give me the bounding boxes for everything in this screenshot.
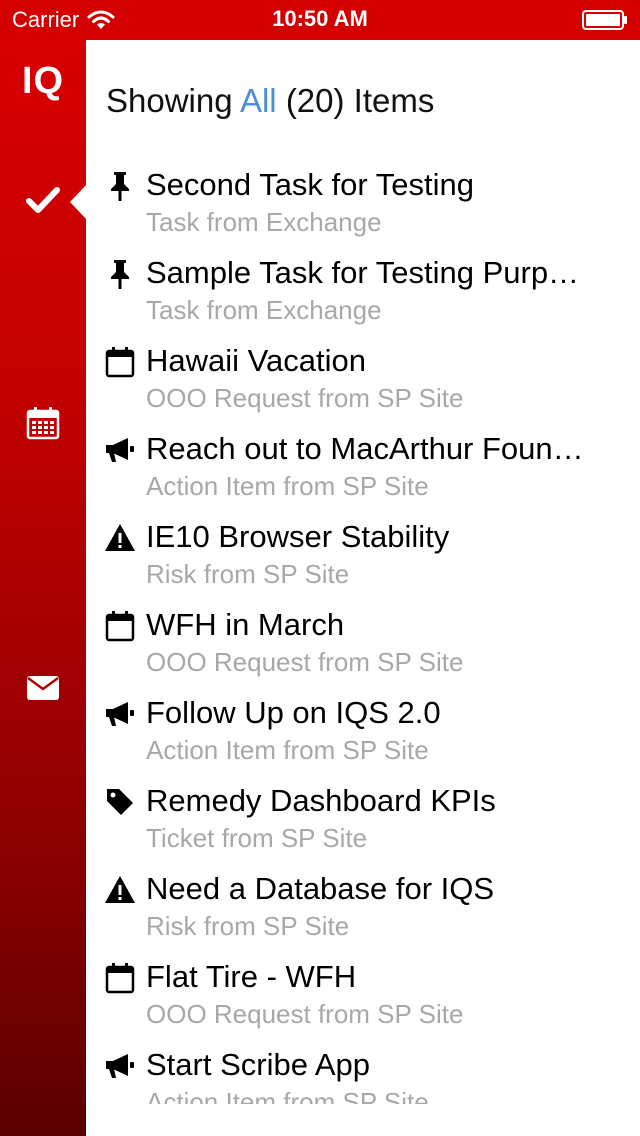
item-subtitle: Action Item from SP Site [146, 471, 429, 501]
sidebar-item-mail[interactable] [0, 660, 86, 720]
list-header: Showing All (20) Items [106, 82, 434, 120]
warning-icon [104, 874, 136, 906]
main-content: Showing All (20) Items Second Task for T… [86, 40, 640, 1104]
header-suffix: Items [353, 82, 435, 119]
list-item[interactable]: Reach out to MacArthur Foun… Action Item … [86, 428, 640, 516]
app-logo: IQ [21, 60, 65, 102]
pushpin-icon [104, 170, 136, 202]
item-subtitle: OOO Request from SP Site [146, 999, 464, 1029]
list-item[interactable]: IE10 Browser Stability Risk from SP Site [86, 516, 640, 604]
item-subtitle: OOO Request from SP Site [146, 383, 464, 413]
item-subtitle: Action Item from SP Site [146, 1087, 429, 1104]
status-bar: Carrier 10:50 AM [0, 0, 640, 40]
list-item[interactable]: Flat Tire - WFH OOO Request from SP Site [86, 956, 640, 1044]
item-subtitle: Ticket from SP Site [146, 823, 368, 853]
sidebar-item-calendar[interactable] [0, 395, 86, 455]
item-title: Sample Task for Testing Purp… [146, 255, 580, 290]
calendar-icon [104, 610, 136, 642]
megaphone-icon [104, 698, 136, 730]
list-item[interactable]: Need a Database for IQS Risk from SP Site [86, 868, 640, 956]
item-subtitle: Action Item from SP Site [146, 735, 429, 765]
megaphone-icon [104, 1050, 136, 1082]
item-title: Flat Tire - WFH [146, 959, 357, 994]
warning-icon [104, 522, 136, 554]
megaphone-icon [104, 434, 136, 466]
calendar-icon [104, 962, 136, 994]
header-prefix: Showing [106, 82, 233, 119]
item-title: Start Scribe App [146, 1047, 371, 1082]
tag-icon [104, 786, 136, 818]
calendar-icon [104, 346, 136, 378]
list-item[interactable]: WFH in March OOO Request from SP Site [86, 604, 640, 692]
item-title: IE10 Browser Stability [146, 519, 450, 554]
envelope-icon [26, 675, 60, 706]
status-time: 10:50 AM [272, 6, 368, 31]
list-item[interactable]: Sample Task for Testing Purp… Task from E… [86, 252, 640, 340]
selected-indicator [70, 184, 87, 220]
list-item[interactable]: Follow Up on IQS 2.0 Action Item from SP … [86, 692, 640, 780]
item-list: Second Task for Testing Task from Exchang… [86, 164, 640, 1104]
checkmark-icon [26, 185, 60, 220]
calendar-icon [26, 406, 60, 445]
item-title: Need a Database for IQS [146, 871, 495, 906]
list-item[interactable]: Hawaii Vacation OOO Request from SP Site [86, 340, 640, 428]
list-item[interactable]: Second Task for Testing Task from Exchang… [86, 164, 640, 252]
battery-icon [582, 10, 628, 30]
pushpin-icon [104, 258, 136, 290]
item-title: Second Task for Testing [146, 167, 474, 202]
item-subtitle: Task from Exchange [146, 207, 382, 237]
item-count: (20) [285, 82, 345, 119]
list-item[interactable]: Start Scribe App Action Item from SP Site [86, 1044, 640, 1104]
filter-link[interactable]: All [240, 82, 277, 119]
item-title: Follow Up on IQS 2.0 [146, 695, 441, 730]
item-subtitle: OOO Request from SP Site [146, 647, 464, 677]
item-title: WFH in March [146, 607, 345, 642]
item-subtitle: Risk from SP Site [146, 559, 350, 589]
item-title: Reach out to MacArthur Foun… [146, 431, 584, 466]
item-title: Hawaii Vacation [146, 343, 366, 378]
item-subtitle: Task from Exchange [146, 295, 382, 325]
item-subtitle: Risk from SP Site [146, 911, 350, 941]
list-item[interactable]: Remedy Dashboard KPIs Ticket from SP Site [86, 780, 640, 868]
item-title: Remedy Dashboard KPIs [146, 783, 496, 818]
